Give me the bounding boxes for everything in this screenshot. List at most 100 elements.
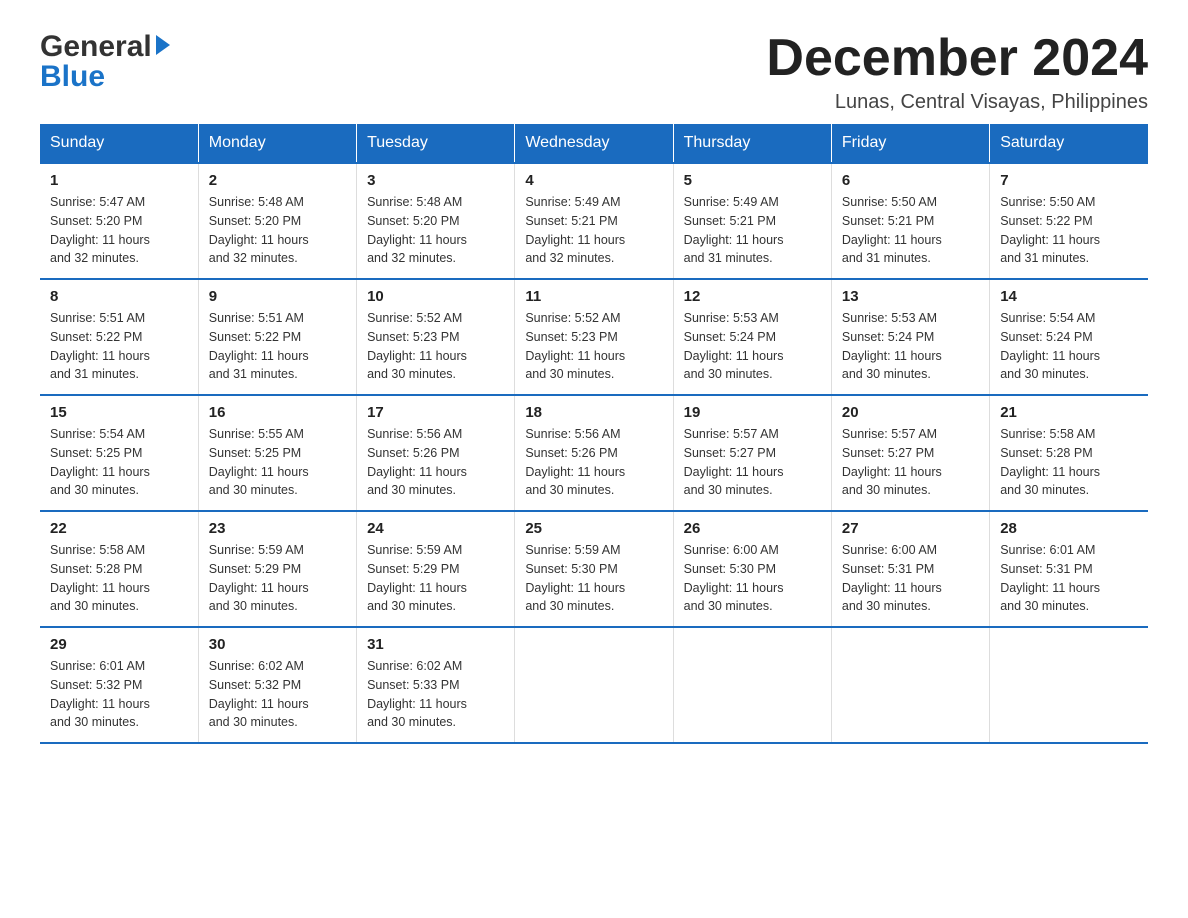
day-info: Sunrise: 5:52 AMSunset: 5:23 PMDaylight:… (525, 311, 625, 381)
day-info: Sunrise: 5:48 AMSunset: 5:20 PMDaylight:… (367, 195, 467, 265)
day-info: Sunrise: 6:02 AMSunset: 5:33 PMDaylight:… (367, 659, 467, 729)
calendar-cell: 15Sunrise: 5:54 AMSunset: 5:25 PMDayligh… (40, 395, 198, 511)
logo-arrow-icon (156, 35, 170, 55)
day-info: Sunrise: 6:01 AMSunset: 5:31 PMDaylight:… (1000, 543, 1100, 613)
day-number: 31 (367, 636, 504, 653)
day-number: 8 (50, 288, 188, 305)
calendar-cell: 23Sunrise: 5:59 AMSunset: 5:29 PMDayligh… (198, 511, 356, 627)
calendar-cell: 12 Sunrise: 5:53 AMSunset: 5:24 PMDayligh… (673, 279, 831, 395)
day-info: Sunrise: 5:55 AMSunset: 5:25 PMDaylight:… (209, 427, 309, 497)
calendar-cell: 30Sunrise: 6:02 AMSunset: 5:32 PMDayligh… (198, 627, 356, 743)
calendar-table: SundayMondayTuesdayWednesdayThursdayFrid… (40, 124, 1148, 744)
day-number: 21 (1000, 404, 1138, 421)
calendar-cell: 9 Sunrise: 5:51 AMSunset: 5:22 PMDaylight… (198, 279, 356, 395)
calendar-cell: 8 Sunrise: 5:51 AMSunset: 5:22 PMDaylight… (40, 279, 198, 395)
day-info: Sunrise: 5:54 AMSunset: 5:24 PMDaylight:… (1000, 311, 1100, 381)
logo: General Blue (40, 30, 170, 94)
day-number: 7 (1000, 172, 1138, 189)
week-row-5: 29 Sunrise: 6:01 AMSunset: 5:32 PMDayligh… (40, 627, 1148, 743)
day-number: 12 (684, 288, 821, 305)
calendar-cell: 6 Sunrise: 5:50 AMSunset: 5:21 PMDaylight… (831, 163, 989, 279)
calendar-cell: 21 Sunrise: 5:58 AMSunset: 5:28 PMDayligh… (990, 395, 1148, 511)
calendar-cell: 28 Sunrise: 6:01 AMSunset: 5:31 PMDayligh… (990, 511, 1148, 627)
calendar-cell: 14 Sunrise: 5:54 AMSunset: 5:24 PMDayligh… (990, 279, 1148, 395)
day-info: Sunrise: 5:53 AMSunset: 5:24 PMDaylight:… (842, 311, 942, 381)
day-info: Sunrise: 5:53 AMSunset: 5:24 PMDaylight:… (684, 311, 784, 381)
calendar-cell: 3 Sunrise: 5:48 AMSunset: 5:20 PMDaylight… (357, 163, 515, 279)
calendar-cell (673, 627, 831, 743)
day-info: Sunrise: 5:59 AMSunset: 5:30 PMDaylight:… (525, 543, 625, 613)
calendar-header-row: SundayMondayTuesdayWednesdayThursdayFrid… (40, 124, 1148, 163)
calendar-cell (831, 627, 989, 743)
day-number: 28 (1000, 520, 1138, 537)
calendar-cell: 27 Sunrise: 6:00 AMSunset: 5:31 PMDayligh… (831, 511, 989, 627)
day-info: Sunrise: 5:48 AMSunset: 5:20 PMDaylight:… (209, 195, 309, 265)
calendar-cell: 19Sunrise: 5:57 AMSunset: 5:27 PMDayligh… (673, 395, 831, 511)
location-subtitle: Lunas, Central Visayas, Philippines (766, 91, 1148, 114)
day-info: Sunrise: 5:58 AMSunset: 5:28 PMDaylight:… (50, 543, 150, 613)
day-info: Sunrise: 5:58 AMSunset: 5:28 PMDaylight:… (1000, 427, 1100, 497)
day-info: Sunrise: 5:52 AMSunset: 5:23 PMDaylight:… (367, 311, 467, 381)
header-saturday: Saturday (990, 124, 1148, 163)
calendar-cell: 10 Sunrise: 5:52 AMSunset: 5:23 PMDayligh… (357, 279, 515, 395)
calendar-cell: 13Sunrise: 5:53 AMSunset: 5:24 PMDayligh… (831, 279, 989, 395)
day-number: 16 (209, 404, 346, 421)
calendar-cell (990, 627, 1148, 743)
day-number: 25 (525, 520, 662, 537)
day-info: Sunrise: 5:47 AMSunset: 5:20 PMDaylight:… (50, 195, 150, 265)
calendar-cell: 29 Sunrise: 6:01 AMSunset: 5:32 PMDayligh… (40, 627, 198, 743)
header-tuesday: Tuesday (357, 124, 515, 163)
calendar-cell: 1Sunrise: 5:47 AMSunset: 5:20 PMDaylight… (40, 163, 198, 279)
calendar-cell: 22Sunrise: 5:58 AMSunset: 5:28 PMDayligh… (40, 511, 198, 627)
day-info: Sunrise: 6:01 AMSunset: 5:32 PMDaylight:… (50, 659, 150, 729)
day-number: 6 (842, 172, 979, 189)
day-number: 9 (209, 288, 346, 305)
day-number: 27 (842, 520, 979, 537)
page-header: General Blue December 2024 Lunas, Centra… (40, 30, 1148, 114)
calendar-cell: 7 Sunrise: 5:50 AMSunset: 5:22 PMDaylight… (990, 163, 1148, 279)
day-info: Sunrise: 5:50 AMSunset: 5:22 PMDaylight:… (1000, 195, 1100, 265)
calendar-cell: 18Sunrise: 5:56 AMSunset: 5:26 PMDayligh… (515, 395, 673, 511)
logo-general-text: General (40, 30, 152, 64)
header-sunday: Sunday (40, 124, 198, 163)
day-number: 10 (367, 288, 504, 305)
day-number: 26 (684, 520, 821, 537)
day-number: 15 (50, 404, 188, 421)
title-section: December 2024 Lunas, Central Visayas, Ph… (766, 30, 1148, 114)
day-info: Sunrise: 5:56 AMSunset: 5:26 PMDaylight:… (525, 427, 625, 497)
calendar-cell: 4Sunrise: 5:49 AMSunset: 5:21 PMDaylight… (515, 163, 673, 279)
day-info: Sunrise: 6:00 AMSunset: 5:31 PMDaylight:… (842, 543, 942, 613)
day-info: Sunrise: 5:56 AMSunset: 5:26 PMDaylight:… (367, 427, 467, 497)
calendar-cell: 31 Sunrise: 6:02 AMSunset: 5:33 PMDayligh… (357, 627, 515, 743)
day-info: Sunrise: 5:50 AMSunset: 5:21 PMDaylight:… (842, 195, 942, 265)
day-info: Sunrise: 6:00 AMSunset: 5:30 PMDaylight:… (684, 543, 784, 613)
header-wednesday: Wednesday (515, 124, 673, 163)
day-number: 23 (209, 520, 346, 537)
day-number: 2 (209, 172, 346, 189)
day-info: Sunrise: 5:51 AMSunset: 5:22 PMDaylight:… (209, 311, 309, 381)
day-info: Sunrise: 6:02 AMSunset: 5:32 PMDaylight:… (209, 659, 309, 729)
day-number: 5 (684, 172, 821, 189)
header-thursday: Thursday (673, 124, 831, 163)
calendar-cell: 24Sunrise: 5:59 AMSunset: 5:29 PMDayligh… (357, 511, 515, 627)
calendar-cell: 20Sunrise: 5:57 AMSunset: 5:27 PMDayligh… (831, 395, 989, 511)
day-info: Sunrise: 5:49 AMSunset: 5:21 PMDaylight:… (525, 195, 625, 265)
month-title: December 2024 (766, 30, 1148, 87)
day-number: 20 (842, 404, 979, 421)
day-info: Sunrise: 5:59 AMSunset: 5:29 PMDaylight:… (367, 543, 467, 613)
logo-blue-text: Blue (40, 60, 105, 94)
calendar-cell (515, 627, 673, 743)
day-number: 19 (684, 404, 821, 421)
calendar-cell: 17Sunrise: 5:56 AMSunset: 5:26 PMDayligh… (357, 395, 515, 511)
day-number: 14 (1000, 288, 1138, 305)
day-info: Sunrise: 5:51 AMSunset: 5:22 PMDaylight:… (50, 311, 150, 381)
day-number: 3 (367, 172, 504, 189)
header-friday: Friday (831, 124, 989, 163)
calendar-cell: 5Sunrise: 5:49 AMSunset: 5:21 PMDaylight… (673, 163, 831, 279)
day-number: 29 (50, 636, 188, 653)
week-row-3: 15Sunrise: 5:54 AMSunset: 5:25 PMDayligh… (40, 395, 1148, 511)
calendar-cell: 25 Sunrise: 5:59 AMSunset: 5:30 PMDayligh… (515, 511, 673, 627)
week-row-4: 22Sunrise: 5:58 AMSunset: 5:28 PMDayligh… (40, 511, 1148, 627)
calendar-cell: 11Sunrise: 5:52 AMSunset: 5:23 PMDayligh… (515, 279, 673, 395)
week-row-1: 1Sunrise: 5:47 AMSunset: 5:20 PMDaylight… (40, 163, 1148, 279)
